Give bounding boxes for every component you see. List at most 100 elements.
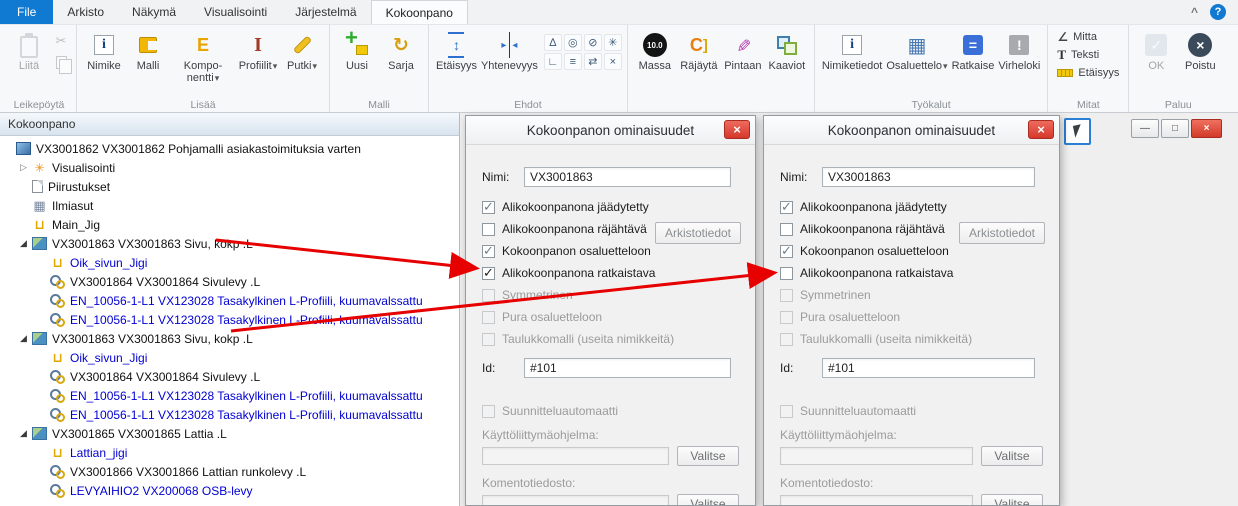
perpendicular-constraint-icon[interactable] bbox=[544, 53, 562, 70]
pipe-button[interactable]: Putki bbox=[280, 28, 324, 74]
distance-dim-button[interactable]: Etäisyys bbox=[1053, 64, 1123, 81]
dialog-close-button[interactable] bbox=[1028, 120, 1054, 139]
window-minimize-button[interactable]: — bbox=[1131, 119, 1159, 138]
automation-checkbox[interactable] bbox=[482, 405, 495, 418]
frozen-checkbox[interactable] bbox=[780, 201, 793, 214]
concentric-constraint-icon[interactable] bbox=[564, 34, 582, 51]
ui-program-input[interactable] bbox=[780, 447, 973, 465]
tree-item[interactable]: LEVYAIHIO2 VX200068 OSB-levy bbox=[0, 481, 459, 500]
symmetric-checkbox[interactable] bbox=[780, 289, 793, 302]
window-maximize-button[interactable]: □ bbox=[1161, 119, 1189, 138]
ribbon-tab[interactable]: Järjestelmä bbox=[281, 0, 370, 24]
choose-command-file-button[interactable]: Valitse bbox=[677, 494, 739, 506]
copy-button[interactable] bbox=[51, 53, 71, 71]
tablemodel-checkbox[interactable] bbox=[482, 333, 495, 346]
ok-button[interactable]: OK bbox=[1134, 28, 1178, 74]
tree-item[interactable]: Lattian_jigi bbox=[0, 443, 459, 462]
explode-checkbox[interactable] bbox=[780, 223, 793, 236]
cut-button[interactable] bbox=[51, 32, 71, 50]
partlist-checkbox[interactable] bbox=[780, 245, 793, 258]
dimension-button[interactable]: Mitta bbox=[1053, 28, 1123, 45]
frozen-checkbox[interactable] bbox=[482, 201, 495, 214]
tree-item[interactable]: EN_10056-1-L1 VX123028 Tasakylkinen L-Pr… bbox=[0, 291, 459, 310]
angle-constraint-icon[interactable] bbox=[544, 34, 562, 51]
select-tool-icon[interactable] bbox=[1064, 118, 1091, 145]
delete-constraint-icon[interactable] bbox=[604, 53, 622, 70]
explode-button[interactable]: Räjäytä bbox=[677, 28, 721, 74]
choose-ui-program-button[interactable]: Valitse bbox=[981, 446, 1043, 466]
tree-item[interactable]: EN_10056-1-L1 VX123028 Tasakylkinen L-Pr… bbox=[0, 405, 459, 424]
tree-item[interactable]: VX3001862 VX3001862 Pohjamalli asiakasto… bbox=[0, 139, 459, 158]
symmetric-checkbox[interactable] bbox=[482, 289, 495, 302]
automation-checkbox[interactable] bbox=[780, 405, 793, 418]
unpack-checkbox[interactable] bbox=[780, 311, 793, 324]
choose-command-file-button[interactable]: Valitse bbox=[981, 494, 1043, 506]
paste-button[interactable]: Liitä bbox=[7, 28, 51, 74]
tree-item[interactable]: Main_Jig bbox=[0, 215, 459, 234]
ribbon-tab[interactable]: Näkymä bbox=[118, 0, 190, 24]
item-data-button[interactable]: Nimiketiedot bbox=[820, 28, 885, 74]
series-button[interactable]: Sarja bbox=[379, 28, 423, 74]
tree-expander-icon[interactable] bbox=[20, 162, 32, 173]
tree-item[interactable]: VX3001864 VX3001864 Sivulevy .L bbox=[0, 367, 459, 386]
item-button[interactable]: Nimike bbox=[82, 28, 126, 74]
tree-item[interactable]: VX3001865 VX3001865 Lattia .L bbox=[0, 424, 459, 443]
tree-expander-icon[interactable] bbox=[20, 428, 32, 439]
choose-ui-program-button[interactable]: Valitse bbox=[677, 446, 739, 466]
help-icon[interactable] bbox=[1210, 4, 1226, 20]
dialog-close-button[interactable] bbox=[724, 120, 750, 139]
explode-checkbox[interactable] bbox=[482, 223, 495, 236]
distance-constraint-button[interactable]: Etäisyys bbox=[434, 28, 479, 74]
ribbon-tab[interactable]: Visualisointi bbox=[190, 0, 281, 24]
tree-expander-icon[interactable] bbox=[20, 238, 32, 249]
ribbon-tab[interactable]: File bbox=[0, 0, 53, 24]
tree-item[interactable]: VX3001866 VX3001866 Lattian runkolevy .L bbox=[0, 462, 459, 481]
archive-data-button[interactable]: Arkistotiedot bbox=[959, 222, 1045, 244]
tree-item[interactable]: Oik_sivun_Jigi bbox=[0, 253, 459, 272]
tree-item[interactable]: VX3001863 VX3001863 Sivu, kokp .L bbox=[0, 234, 459, 253]
solve-checkbox[interactable] bbox=[780, 267, 793, 280]
ribbon-tab[interactable]: Kokoonpano bbox=[371, 0, 468, 24]
ui-program-input[interactable] bbox=[482, 447, 669, 465]
name-input[interactable]: VX3001863 bbox=[524, 167, 731, 187]
part-list-button[interactable]: Osaluettelo bbox=[884, 28, 949, 74]
symmetry-constraint-icon[interactable] bbox=[604, 34, 622, 51]
error-log-button[interactable]: Virheloki bbox=[996, 28, 1042, 74]
mass-button[interactable]: 10.0 Massa bbox=[633, 28, 677, 74]
tree-item[interactable]: Oik_sivun_Jigi bbox=[0, 348, 459, 367]
ribbon-collapse-icon[interactable] bbox=[1191, 5, 1198, 19]
to-surface-button[interactable]: Pintaan bbox=[721, 28, 765, 74]
tangent-constraint-icon[interactable] bbox=[584, 34, 602, 51]
parallel-constraint-icon[interactable] bbox=[564, 53, 582, 70]
tree-item[interactable]: VX3001864 VX3001864 Sivulevy .L bbox=[0, 272, 459, 291]
profiles-button[interactable]: Profiilit bbox=[236, 28, 280, 74]
archive-data-button[interactable]: Arkistotiedot bbox=[655, 222, 741, 244]
command-file-input[interactable] bbox=[780, 495, 973, 506]
solve-button[interactable]: Ratkaise bbox=[950, 28, 997, 74]
id-input[interactable]: #101 bbox=[822, 358, 1035, 378]
model-button[interactable]: Malli bbox=[126, 28, 170, 74]
solve-checkbox[interactable] bbox=[482, 267, 495, 280]
tree-item[interactable]: Piirustukset bbox=[0, 177, 459, 196]
component-button[interactable]: Kompo-nentti bbox=[170, 28, 236, 86]
name-input[interactable]: VX3001863 bbox=[822, 167, 1035, 187]
tree-item[interactable]: Visualisointi bbox=[0, 158, 459, 177]
coincidence-button[interactable]: Yhtenevyys bbox=[479, 28, 540, 74]
partlist-checkbox[interactable] bbox=[482, 245, 495, 258]
id-input[interactable]: #101 bbox=[524, 358, 731, 378]
unpack-checkbox[interactable] bbox=[482, 311, 495, 324]
ribbon-tab[interactable]: Arkisto bbox=[53, 0, 118, 24]
tree-expander-icon[interactable] bbox=[20, 333, 32, 344]
tree-item[interactable]: Ilmiasut bbox=[0, 196, 459, 215]
tree-item[interactable]: EN_10056-1-L1 VX123028 Tasakylkinen L-Pr… bbox=[0, 310, 459, 329]
new-button[interactable]: Uusi bbox=[335, 28, 379, 74]
tree-item[interactable]: EN_10056-1-L1 VX123028 Tasakylkinen L-Pr… bbox=[0, 386, 459, 405]
exit-button[interactable]: Poistu bbox=[1178, 28, 1222, 74]
command-file-input[interactable] bbox=[482, 495, 669, 506]
window-close-button[interactable]: × bbox=[1191, 119, 1222, 138]
text-button[interactable]: Teksti bbox=[1053, 46, 1123, 63]
tree-item[interactable]: VX3001863 VX3001863 Sivu, kokp .L bbox=[0, 329, 459, 348]
align-constraint-icon[interactable] bbox=[584, 53, 602, 70]
tablemodel-checkbox[interactable] bbox=[780, 333, 793, 346]
schematics-button[interactable]: Kaaviot bbox=[765, 28, 809, 74]
